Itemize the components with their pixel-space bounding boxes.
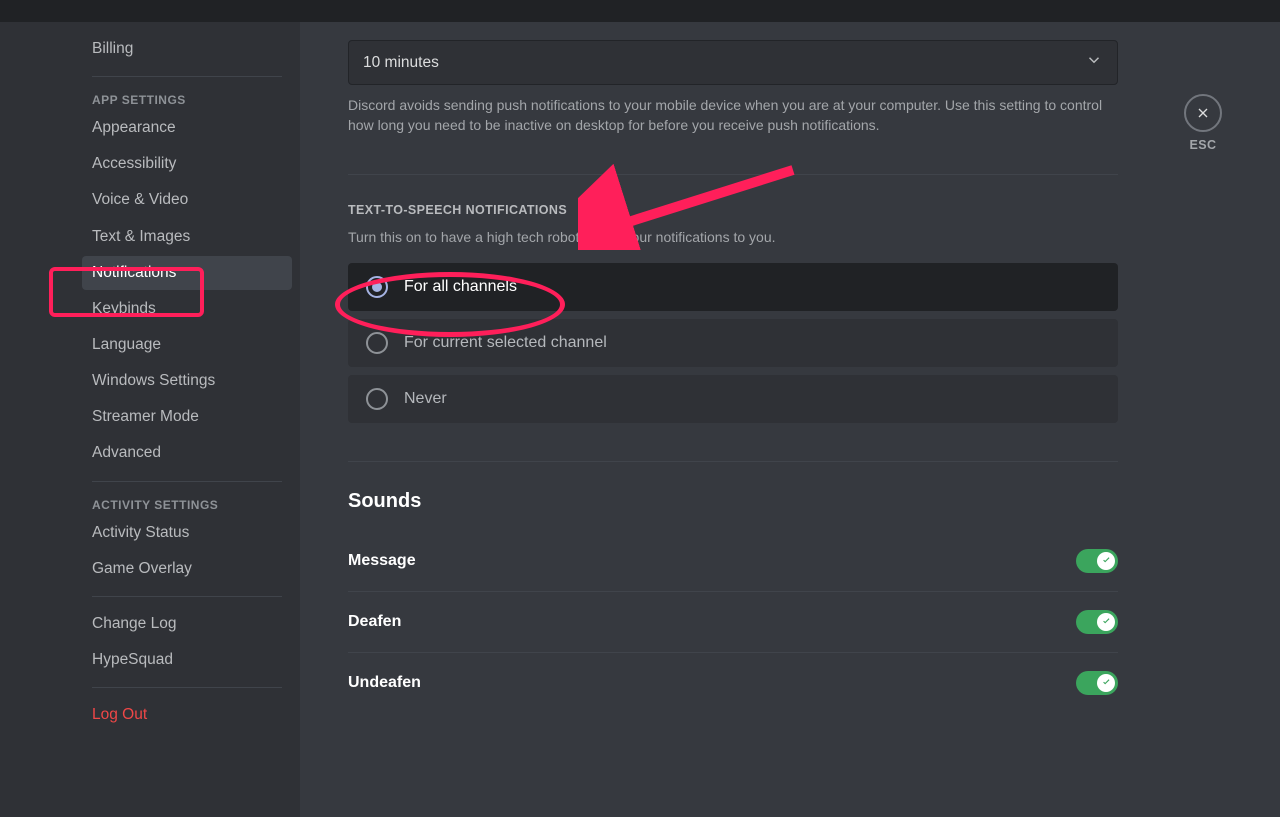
check-icon (1101, 677, 1112, 688)
toggle-knob (1097, 674, 1115, 692)
sound-label: Message (348, 552, 416, 570)
sidebar-item-streamer-mode[interactable]: Streamer Mode (82, 400, 292, 434)
push-timeout-value: 10 minutes (363, 54, 439, 72)
radio-label: For current selected channel (404, 334, 607, 352)
check-icon (1101, 555, 1112, 566)
sidebar-item-log-out[interactable]: Log Out (82, 698, 292, 732)
sidebar-item-activity-status[interactable]: Activity Status (82, 516, 292, 550)
close-icon (1184, 94, 1222, 132)
chevron-down-icon (1085, 51, 1103, 74)
divider (92, 687, 282, 688)
sound-row-undeafen: Undeafen (348, 653, 1118, 713)
sidebar-header-app-settings: App Settings (82, 87, 292, 111)
toggle-sound-message[interactable] (1076, 549, 1118, 573)
toggle-knob (1097, 552, 1115, 570)
sounds-header: Sounds (348, 490, 1118, 513)
tts-option-current-channel[interactable]: For current selected channel (348, 319, 1118, 367)
push-timeout-select[interactable]: 10 minutes (348, 40, 1118, 85)
divider (92, 481, 282, 482)
sidebar-item-game-overlay[interactable]: Game Overlay (82, 552, 292, 586)
sidebar-item-advanced[interactable]: Advanced (82, 436, 292, 470)
radio-label: For all channels (404, 278, 517, 296)
radio-label: Never (404, 390, 447, 408)
sidebar-item-hypesquad[interactable]: HypeSquad (82, 643, 292, 677)
sidebar-item-billing[interactable]: Billing (82, 32, 292, 66)
radio-icon (366, 276, 388, 298)
sidebar-item-windows-settings[interactable]: Windows Settings (82, 364, 292, 398)
tts-option-never[interactable]: Never (348, 375, 1118, 423)
settings-content: 10 minutes Discord avoids sending push n… (300, 22, 1280, 817)
sound-row-message: Message (348, 531, 1118, 592)
sidebar-item-language[interactable]: Language (82, 328, 292, 362)
divider (92, 76, 282, 77)
sidebar-item-accessibility[interactable]: Accessibility (82, 147, 292, 181)
radio-icon (366, 388, 388, 410)
sound-row-deafen: Deafen (348, 592, 1118, 653)
check-icon (1101, 616, 1112, 627)
sidebar-header-activity-settings: Activity Settings (82, 492, 292, 516)
radio-icon (366, 332, 388, 354)
tts-help: Turn this on to have a high tech robot s… (348, 227, 1118, 247)
window-titlebar (0, 0, 1280, 22)
sidebar-item-voice-video[interactable]: Voice & Video (82, 183, 292, 217)
sidebar-item-appearance[interactable]: Appearance (82, 111, 292, 145)
sidebar-item-change-log[interactable]: Change Log (82, 607, 292, 641)
sound-label: Undeafen (348, 674, 421, 692)
sidebar-item-notifications[interactable]: Notifications (82, 256, 292, 290)
toggle-knob (1097, 613, 1115, 631)
close-settings-button[interactable]: ESC (1184, 94, 1222, 152)
divider (92, 596, 282, 597)
sidebar-item-text-images[interactable]: Text & Images (82, 220, 292, 254)
divider (348, 174, 1118, 175)
divider (348, 461, 1118, 462)
sidebar-item-keybinds[interactable]: Keybinds (82, 292, 292, 326)
settings-sidebar: Billing App Settings Appearance Accessib… (0, 22, 300, 817)
toggle-sound-deafen[interactable] (1076, 610, 1118, 634)
tts-header: Text-to-Speech Notifications (348, 203, 1118, 217)
sound-label: Deafen (348, 613, 401, 631)
esc-label: ESC (1184, 138, 1222, 152)
push-timeout-help: Discord avoids sending push notification… (348, 95, 1118, 136)
toggle-sound-undeafen[interactable] (1076, 671, 1118, 695)
tts-option-all-channels[interactable]: For all channels (348, 263, 1118, 311)
